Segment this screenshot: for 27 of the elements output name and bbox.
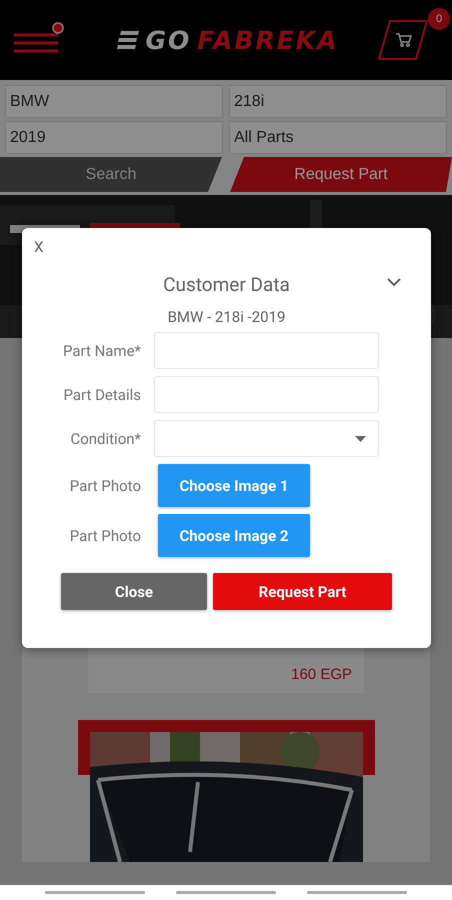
request-part-button[interactable]: Request Part	[230, 157, 452, 192]
dialog-title: Customer Data	[163, 272, 290, 296]
cart-count-badge: 0	[428, 8, 450, 30]
cart-button[interactable]	[378, 20, 428, 60]
filter-dropdown[interactable]: BMW	[5, 85, 223, 118]
choose-image-button[interactable]: Choose Image 1	[158, 464, 310, 507]
filter-dropdown[interactable]: All Parts	[229, 121, 447, 154]
input-field[interactable]	[154, 376, 379, 413]
condition-dropdown[interactable]	[154, 420, 379, 457]
field-label: Part Name*	[62, 342, 142, 360]
field-label: Part Photo	[68, 476, 142, 494]
close-button[interactable]: Close	[61, 573, 207, 610]
choose-image-button[interactable]: Choose Image 2	[158, 514, 310, 557]
filter-dropdown[interactable]: 218i	[229, 85, 447, 118]
field-label: Part Details	[62, 386, 142, 404]
filter-dropdown[interactable]: 2019	[5, 121, 223, 154]
close-button[interactable]: X	[32, 236, 46, 258]
caret-icon	[355, 436, 366, 442]
field-label: Condition*	[69, 430, 142, 448]
request-part-button[interactable]: Request Part	[213, 573, 392, 610]
vehicle-subtitle: BMW - 218i -2019	[166, 308, 286, 326]
chevron-down-icon[interactable]	[387, 278, 401, 287]
logo: GO FABREKA	[92, 26, 364, 54]
field-label: Part Photo	[68, 526, 142, 544]
product-price: 160 EGP	[291, 666, 352, 683]
search-button[interactable]: Search	[0, 157, 222, 192]
input-field[interactable]	[154, 332, 379, 369]
